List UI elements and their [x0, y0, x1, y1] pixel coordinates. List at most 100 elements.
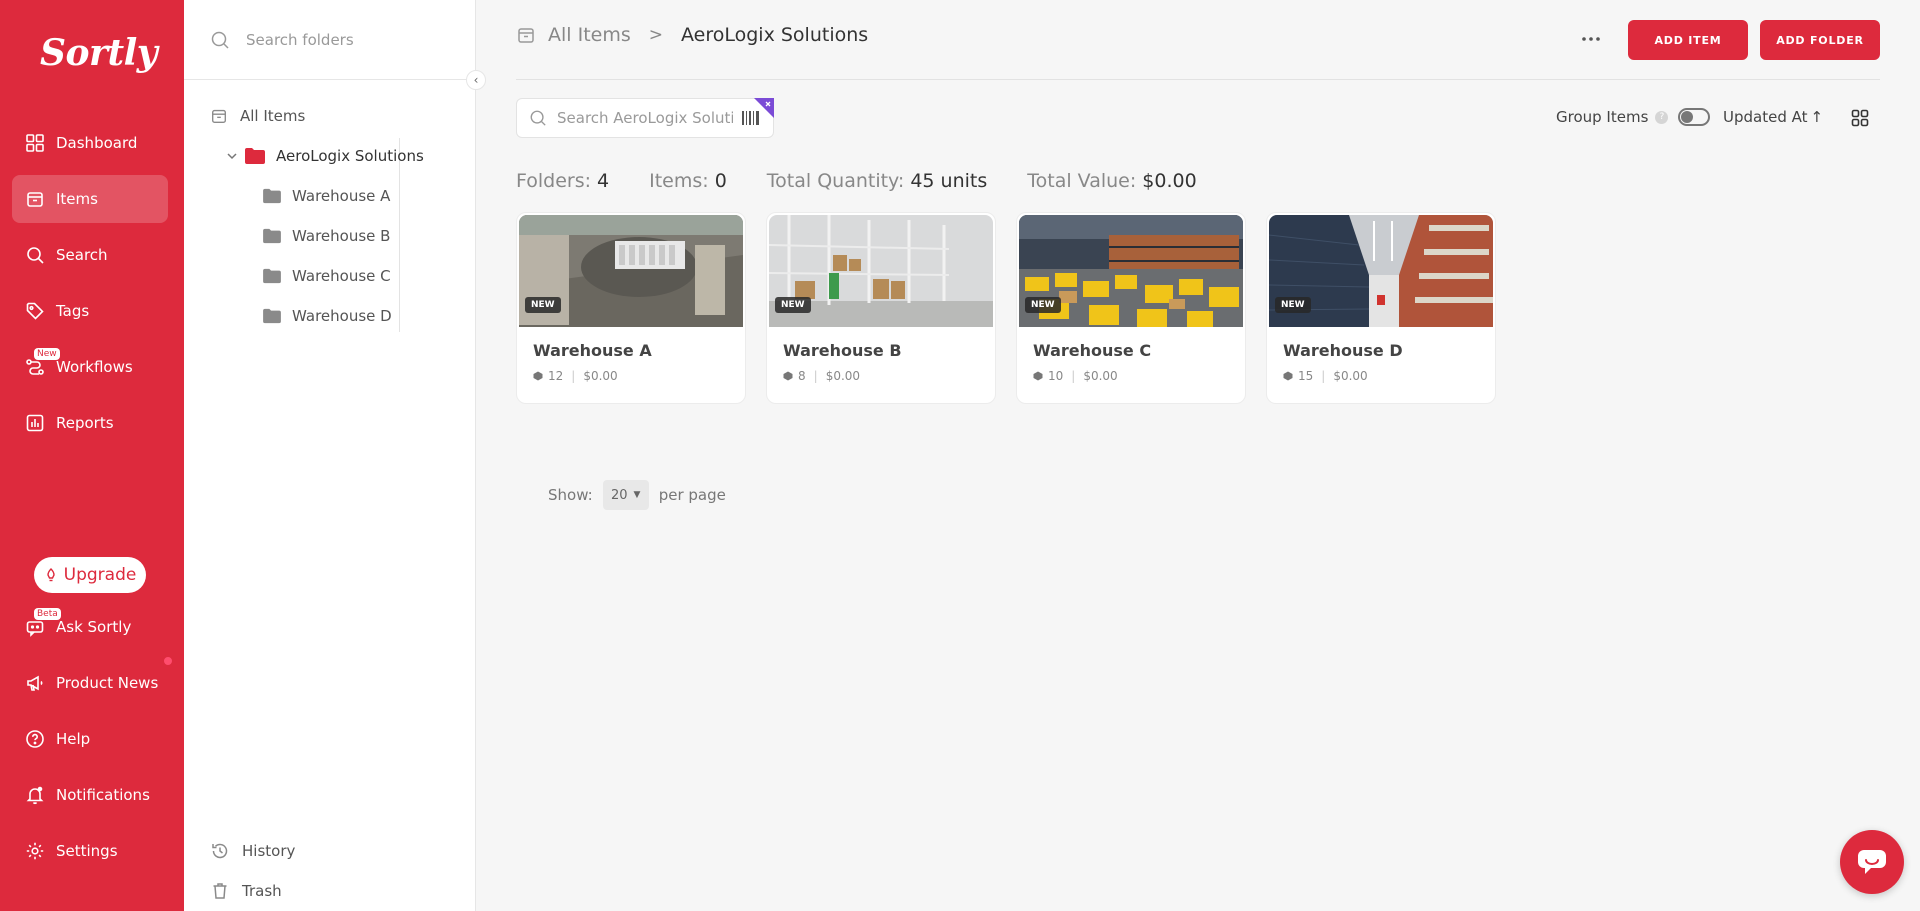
- stat-total-quantity: Total Quantity: 45 units: [766, 170, 988, 192]
- folder-icon: [263, 308, 281, 324]
- items-icon: [518, 28, 534, 43]
- folder-card-meta: 15 | $0.00: [1283, 369, 1368, 383]
- stat-folders: Folders: 4: [516, 170, 610, 192]
- sort-updated-at[interactable]: Updated At ↑: [1723, 108, 1823, 126]
- folder-tree-warehouse-a[interactable]: Warehouse A: [262, 187, 390, 205]
- help-icon[interactable]: ?: [1655, 110, 1669, 124]
- more-options-button[interactable]: [1578, 26, 1604, 52]
- history-icon: [212, 843, 228, 859]
- main-content: All Items > AeroLogix Solutions ADD ITEM…: [476, 0, 1920, 911]
- sidebar-item-label: Settings: [56, 842, 118, 860]
- sidebar-item-ask-sortly[interactable]: Beta Ask Sortly: [12, 603, 168, 651]
- caret-down-icon: ▼: [633, 490, 641, 500]
- chevron-down-icon[interactable]: [226, 150, 238, 162]
- folder-card-value: $0.00: [583, 369, 618, 383]
- group-items-toggle[interactable]: [1678, 108, 1711, 126]
- sidebar-item-product-news[interactable]: Product News: [12, 659, 168, 707]
- sidebar-item-label: Product News: [56, 674, 159, 692]
- chat-bot-icon: Beta: [24, 608, 61, 638]
- folder-card-title: Warehouse D: [1283, 341, 1403, 360]
- chevron-left-icon: ‹: [473, 73, 479, 87]
- bell-icon: [24, 784, 46, 806]
- sidebar-item-label: Ask Sortly: [56, 618, 132, 636]
- folder-tree-warehouse-c[interactable]: Warehouse C: [262, 267, 391, 285]
- folder-card-warehouse-d[interactable]: NEW Warehouse D 15 | $0.00: [1266, 212, 1496, 404]
- notification-dot: [162, 655, 174, 667]
- folder-search-input[interactable]: [246, 30, 446, 49]
- sidebar-item-label: Tags: [56, 302, 90, 320]
- trash-link[interactable]: Trash: [210, 881, 282, 901]
- breadcrumb: All Items > AeroLogix Solutions: [516, 24, 868, 46]
- folder-icon: [263, 228, 281, 244]
- folder-tree-warehouse-d[interactable]: Warehouse D: [262, 307, 392, 325]
- history-link[interactable]: History: [210, 841, 295, 861]
- items-icon: [212, 109, 226, 123]
- chat-bubble-icon: [1858, 850, 1886, 874]
- sidebar-item-label: Items: [56, 190, 98, 208]
- stat-items: Items: 0: [649, 170, 727, 192]
- collapse-panel-button[interactable]: ‹: [466, 70, 486, 90]
- sort-arrow-icon: ↑: [1810, 108, 1824, 126]
- folder-card-title: Warehouse B: [783, 341, 902, 360]
- new-badge: NEW: [1025, 297, 1061, 313]
- meta-divider: |: [571, 369, 576, 383]
- sidebar-item-help[interactable]: Help: [12, 715, 168, 763]
- sidebar-item-label: Search: [56, 246, 108, 264]
- sidebar-item-settings[interactable]: Settings: [12, 827, 168, 875]
- sidebar-item-tags[interactable]: Tags: [12, 287, 168, 335]
- gear-icon: [24, 840, 46, 862]
- box-icon: [783, 371, 793, 381]
- add-folder-button[interactable]: ADD FOLDER: [1760, 20, 1880, 60]
- folder-card-value: $0.00: [1083, 369, 1118, 383]
- add-item-button[interactable]: ADD ITEM: [1628, 20, 1748, 60]
- item-search-input[interactable]: [557, 109, 733, 127]
- upgrade-button[interactable]: Upgrade: [34, 557, 146, 593]
- folder-tree-all-items[interactable]: All Items: [210, 107, 305, 125]
- tree-label: Warehouse B: [292, 227, 391, 245]
- tree-guide-line: [399, 138, 400, 332]
- folder-icon: [263, 188, 281, 204]
- group-items-control: Group Items ?: [1556, 108, 1711, 126]
- dashboard-icon: [24, 132, 46, 154]
- tree-label: Warehouse A: [292, 187, 391, 205]
- breadcrumb-root-label: All Items: [548, 24, 631, 46]
- folder-card-count: 15: [1298, 369, 1314, 383]
- main-sidebar: Sortly Dashboard Items Search Tags New W…: [0, 0, 184, 911]
- folder-tree-aerologix[interactable]: AeroLogix Solutions: [226, 147, 424, 165]
- trash-icon: [213, 883, 227, 899]
- sortly-logo[interactable]: Sortly: [40, 32, 158, 74]
- folder-card-count: 8: [798, 369, 806, 383]
- sidebar-item-reports[interactable]: Reports: [12, 399, 168, 447]
- folder-card-warehouse-a[interactable]: NEW Warehouse A 12 | $0.00: [516, 212, 746, 404]
- support-chat-button[interactable]: [1840, 830, 1904, 894]
- box-icon: [1033, 371, 1043, 381]
- breadcrumb-all-items[interactable]: All Items: [516, 24, 631, 46]
- stat-total-value: Total Value: $0.00: [1027, 170, 1197, 192]
- folder-card-value: $0.00: [825, 369, 861, 383]
- new-badge: NEW: [775, 297, 811, 313]
- sidebar-item-label: Notifications: [56, 786, 150, 804]
- breadcrumb-current: AeroLogix Solutions: [681, 24, 869, 46]
- per-page-select[interactable]: 20 ▼: [602, 480, 649, 510]
- tree-label: Warehouse C: [292, 267, 391, 285]
- group-items-label: Group Items: [1556, 108, 1649, 126]
- grid-view-icon[interactable]: [1850, 108, 1870, 128]
- sidebar-item-workflows[interactable]: New Workflows: [12, 343, 168, 391]
- folder-tree-warehouse-b[interactable]: Warehouse B: [262, 227, 390, 245]
- rocket-icon: [46, 568, 55, 582]
- search-icon: [24, 244, 46, 266]
- folder-card-warehouse-b[interactable]: NEW Warehouse B 8 | $0.00: [766, 212, 996, 404]
- search-icon: [530, 110, 546, 126]
- folder-card-warehouse-c[interactable]: NEW Warehouse C 10 | $0.00: [1016, 212, 1246, 404]
- per-page-label: per page: [658, 486, 726, 504]
- reports-icon: [24, 412, 46, 434]
- sidebar-item-items[interactable]: Items: [12, 175, 168, 223]
- show-label: Show:: [548, 486, 593, 504]
- help-icon: [24, 728, 46, 750]
- folder-card-meta: 8 | $0.00: [783, 369, 860, 383]
- workflows-icon: New: [24, 348, 60, 378]
- sidebar-item-dashboard[interactable]: Dashboard: [12, 119, 168, 167]
- sidebar-item-search[interactable]: Search: [12, 231, 168, 279]
- tree-label: Warehouse D: [292, 307, 392, 325]
- sidebar-item-notifications[interactable]: Notifications: [12, 771, 168, 819]
